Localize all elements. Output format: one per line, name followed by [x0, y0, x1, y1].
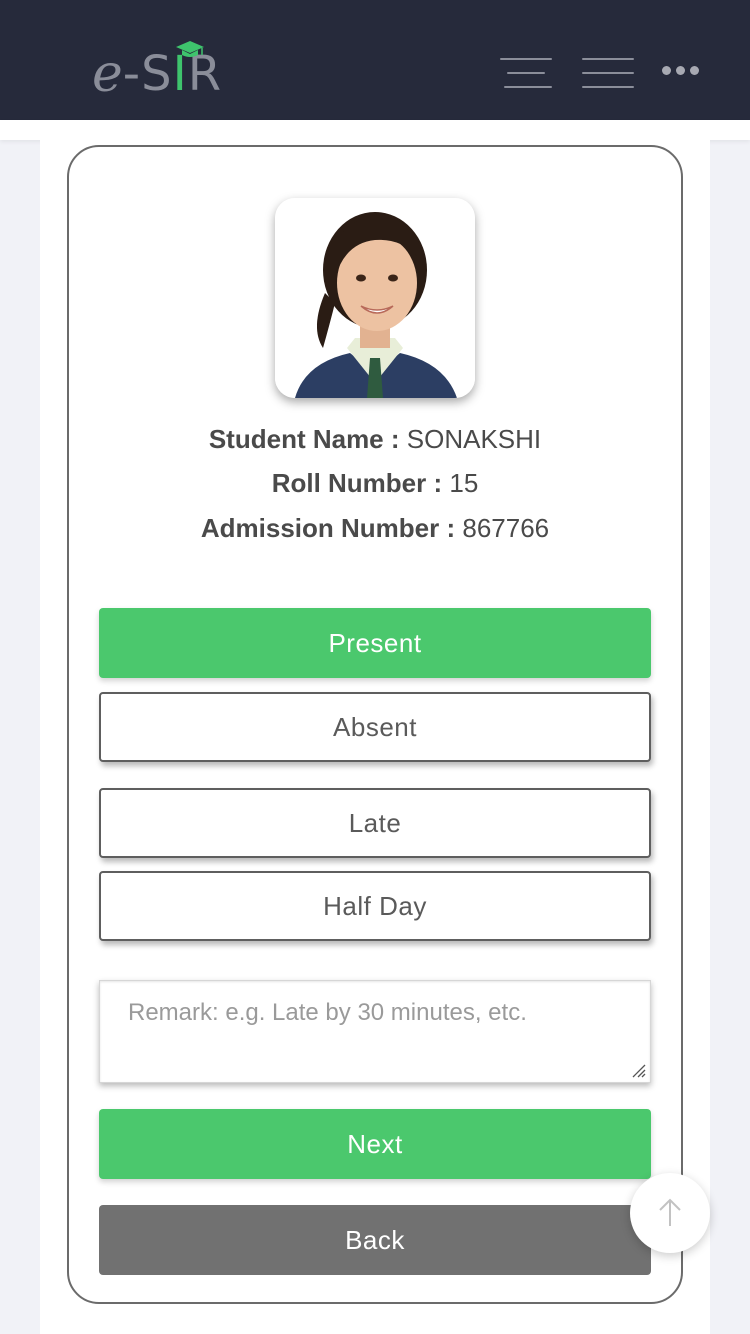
- resize-handle-icon[interactable]: [630, 1062, 646, 1078]
- student-name-label: Student Name :: [208, 424, 400, 454]
- more-icon[interactable]: [662, 66, 699, 75]
- remark-textarea[interactable]: Remark: e.g. Late by 30 minutes, etc.: [99, 980, 651, 1083]
- top-app-bar: e -SIR: [0, 0, 750, 120]
- menu-icon[interactable]: [500, 56, 552, 90]
- menu-icon[interactable]: [582, 56, 634, 90]
- roll-number-row: Roll Number : 15: [67, 466, 683, 500]
- back-button[interactable]: Back: [99, 1205, 651, 1275]
- admission-number-value: 867766: [462, 513, 550, 543]
- roll-number-label: Roll Number :: [271, 468, 443, 498]
- absent-button[interactable]: Absent: [99, 692, 651, 762]
- logo-dash: -: [122, 46, 142, 102]
- remark-placeholder: Remark: e.g. Late by 30 minutes, etc.: [128, 999, 527, 1026]
- logo-e: e: [92, 44, 123, 104]
- student-photo: [275, 198, 475, 398]
- present-button[interactable]: Present: [99, 608, 651, 678]
- next-button[interactable]: Next: [99, 1109, 651, 1179]
- arrow-up-icon: [659, 1198, 681, 1226]
- late-button[interactable]: Late: [99, 788, 651, 858]
- graduation-cap-icon: [176, 41, 204, 57]
- logo-s: S: [141, 46, 173, 102]
- student-portrait-image: [275, 198, 475, 398]
- scroll-to-top-button[interactable]: [630, 1173, 710, 1253]
- half-day-button[interactable]: Half Day: [99, 871, 651, 941]
- student-name-row: Student Name : SONAKSHI: [67, 422, 683, 456]
- logo-text: -SIR: [123, 44, 222, 104]
- sub-header-strip: [0, 120, 750, 140]
- admission-number-row: Admission Number : 867766: [67, 511, 683, 545]
- student-name-value: SONAKSHI: [406, 424, 542, 454]
- admission-number-label: Admission Number :: [200, 513, 456, 543]
- roll-number-value: 15: [449, 468, 479, 498]
